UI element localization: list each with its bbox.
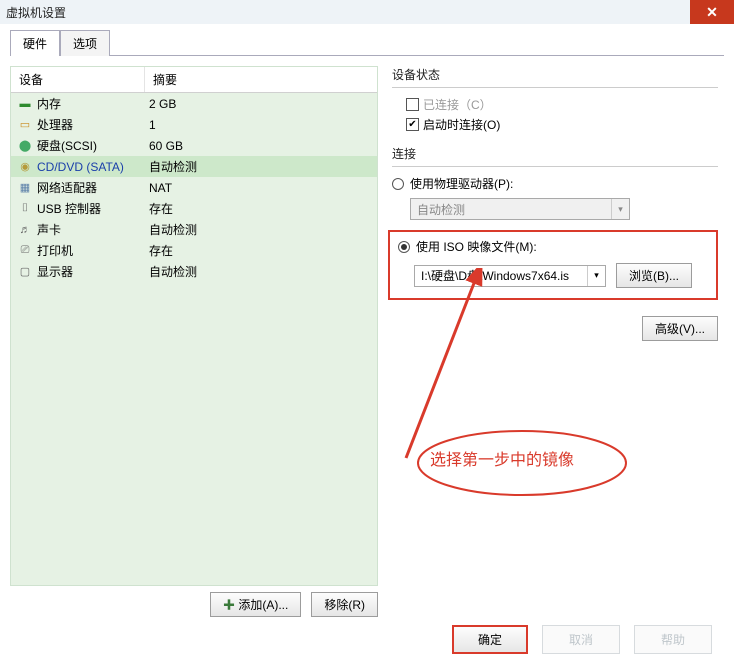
disk-icon: ⬤: [17, 139, 33, 153]
row-usb[interactable]: ⌷USB 控制器存在: [11, 198, 377, 219]
display-icon: ▢: [17, 265, 33, 279]
memory-icon: ▬: [17, 97, 33, 111]
col-summary: 摘要: [145, 67, 377, 92]
add-icon: ✚: [223, 598, 238, 612]
help-button[interactable]: 帮助: [634, 625, 712, 654]
remove-button[interactable]: 移除(R): [311, 592, 378, 617]
use-physical-radio[interactable]: 使用物理驱动器(P):: [392, 175, 718, 192]
grid-header: 设备 摘要: [11, 67, 377, 93]
tab-hardware[interactable]: 硬件: [10, 30, 60, 56]
add-button[interactable]: ✚ 添加(A)...: [210, 592, 301, 617]
cd-icon: ◉: [17, 160, 33, 174]
cpu-icon: ▭: [17, 118, 33, 132]
row-display[interactable]: ▢显示器自动检测: [11, 261, 377, 282]
tab-options[interactable]: 选项: [60, 30, 110, 56]
title-bar: 虚拟机设置 ✕: [0, 0, 734, 24]
sound-icon: ♬: [17, 223, 33, 237]
chevron-down-icon: ▾: [587, 266, 605, 286]
row-network[interactable]: ▦网络适配器NAT: [11, 177, 377, 198]
row-memory[interactable]: ▬内存2 GB: [11, 93, 377, 114]
physical-drive-combo: 自动检测 ▾: [410, 198, 630, 220]
window-title: 虚拟机设置: [6, 4, 66, 21]
row-disk[interactable]: ⬤硬盘(SCSI)60 GB: [11, 135, 377, 156]
use-iso-radio[interactable]: 使用 ISO 映像文件(M):: [398, 238, 708, 255]
connection-title: 连接: [392, 145, 718, 162]
iso-highlight-box: 使用 ISO 映像文件(M): I:\硬盘\D盘\Windows7x64.is …: [388, 230, 718, 300]
close-button[interactable]: ✕: [690, 0, 734, 24]
connect-on-power-checkbox[interactable]: ✔ 启动时连接(O): [406, 116, 718, 133]
chevron-down-icon: ▾: [611, 199, 629, 219]
iso-path-combo[interactable]: I:\硬盘\D盘\Windows7x64.is ▾: [414, 265, 606, 287]
radio-on-icon: [398, 241, 410, 253]
radio-off-icon: [392, 178, 404, 190]
device-grid: 设备 摘要 ▬内存2 GB ▭处理器1 ⬤硬盘(SCSI)60 GB ◉CD/D…: [10, 66, 378, 586]
checkbox-icon: [406, 98, 419, 111]
tab-strip: 硬件 选项: [10, 30, 724, 56]
network-icon: ▦: [17, 181, 33, 195]
usb-icon: ⌷: [17, 202, 33, 216]
checkbox-checked-icon: ✔: [406, 118, 419, 131]
ok-button[interactable]: 确定: [452, 625, 528, 654]
browse-button[interactable]: 浏览(B)...: [616, 263, 692, 288]
row-cpu[interactable]: ▭处理器1: [11, 114, 377, 135]
connected-checkbox[interactable]: 已连接（C）: [406, 96, 718, 113]
printer-icon: ⎚: [17, 244, 33, 258]
row-cddvd[interactable]: ◉CD/DVD (SATA)自动检测: [11, 156, 377, 177]
row-sound[interactable]: ♬声卡自动检测: [11, 219, 377, 240]
cancel-button[interactable]: 取消: [542, 625, 620, 654]
status-title: 设备状态: [392, 66, 718, 83]
col-device: 设备: [11, 67, 145, 92]
row-printer[interactable]: ⎚打印机存在: [11, 240, 377, 261]
advanced-button[interactable]: 高级(V)...: [642, 316, 718, 341]
